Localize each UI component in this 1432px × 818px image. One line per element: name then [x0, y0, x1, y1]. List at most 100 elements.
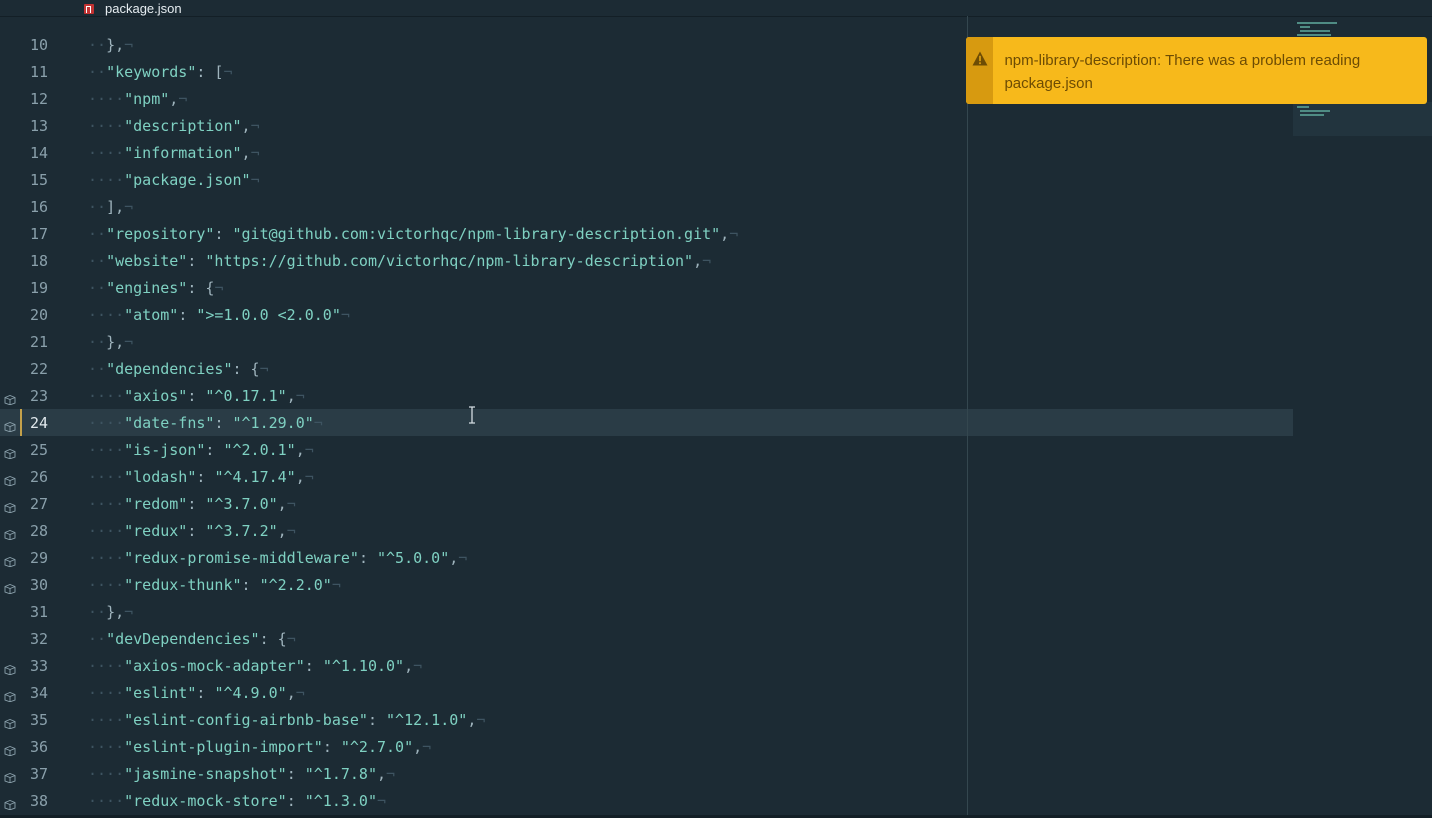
line-number: 32 — [29, 630, 48, 648]
line-number: 35 — [29, 711, 48, 729]
code-text: ····"redom": "^3.7.0",¬ — [88, 495, 296, 513]
code-line[interactable]: 28 ····"redux": "^3.7.2",¬ — [0, 517, 1293, 544]
minimap-line — [1297, 22, 1337, 24]
code-editor[interactable]: 10 ··},¬ 11 ··"keywords": [¬ 12 ····"npm",¬ 13… — [0, 16, 1293, 818]
minimap[interactable] — [1293, 16, 1432, 818]
line-number: 21 — [29, 333, 48, 351]
line-number: 33 — [29, 657, 48, 675]
code-line[interactable]: 27 ····"redom": "^3.7.0",¬ — [0, 490, 1293, 517]
code-content: "redux": "^3.7.2", — [124, 522, 287, 540]
code-content: "package.json" — [124, 171, 251, 189]
code-line[interactable]: 36 ····"eslint-plugin-import": "^2.7.0",¬ — [0, 733, 1293, 760]
code-line[interactable]: 38 ····"redux-mock-store": "^1.3.0"¬ — [0, 787, 1293, 814]
line-number: 34 — [29, 684, 48, 702]
code-line[interactable]: 23 ····"axios": "^0.17.1",¬ — [0, 382, 1293, 409]
line-number: 12 — [29, 90, 48, 108]
code-text: ····"axios": "^0.17.1",¬ — [88, 387, 305, 405]
line-number: 13 — [29, 117, 48, 135]
code-text: ····"axios-mock-adapter": "^1.10.0",¬ — [88, 657, 423, 675]
code-content: "dependencies": { — [106, 360, 260, 378]
code-line[interactable]: 20 ····"atom": ">=1.0.0 <2.0.0"¬ — [0, 301, 1293, 328]
code-line[interactable]: 16 ··],¬ — [0, 193, 1293, 220]
code-line[interactable]: 21 ··},¬ — [0, 328, 1293, 355]
code-text: ····"package.json"¬ — [88, 171, 260, 189]
code-content: "axios-mock-adapter": "^1.10.0", — [124, 657, 414, 675]
code-content: "axios": "^0.17.1", — [124, 387, 296, 405]
code-line[interactable]: 19 ··"engines": {¬ — [0, 274, 1293, 301]
code-line[interactable]: 29 ····"redux-promise-middleware": "^5.0.… — [0, 544, 1293, 571]
line-number: 30 — [29, 576, 48, 594]
code-text: ····"lodash": "^4.17.4",¬ — [88, 468, 314, 486]
code-content: "information", — [124, 144, 251, 162]
code-line[interactable]: 26 ····"lodash": "^4.17.4",¬ — [0, 463, 1293, 490]
code-content: "eslint": "^4.9.0", — [124, 684, 296, 702]
code-content: "redux-mock-store": "^1.3.0" — [124, 792, 377, 810]
line-number: 20 — [29, 306, 48, 324]
code-content: "eslint-config-airbnb-base": "^12.1.0", — [124, 711, 477, 729]
code-text: ····"npm",¬ — [88, 90, 188, 108]
line-number: 17 — [29, 225, 48, 243]
tab-package-json[interactable]: package.json — [84, 0, 182, 16]
code-line[interactable]: 37 ····"jasmine-snapshot": "^1.7.8",¬ — [0, 760, 1293, 787]
code-text: ····"information",¬ — [88, 144, 260, 162]
minimap-line — [1300, 110, 1330, 112]
code-content: "lodash": "^4.17.4", — [124, 468, 305, 486]
line-number: 19 — [29, 279, 48, 297]
code-line[interactable]: 14 ····"information",¬ — [0, 139, 1293, 166]
minimap-viewport[interactable] — [1293, 102, 1432, 136]
line-number: 29 — [29, 549, 48, 567]
code-line[interactable]: 33 ····"axios-mock-adapter": "^1.10.0",¬ — [0, 652, 1293, 679]
line-number: 18 — [29, 252, 48, 270]
code-line[interactable]: 18 ··"website": "https://github.com/victo… — [0, 247, 1293, 274]
code-content: "engines": { — [106, 279, 215, 297]
code-content: "jasmine-snapshot": "^1.7.8", — [124, 765, 387, 783]
code-line[interactable]: 30 ····"redux-thunk": "^2.2.0"¬ — [0, 571, 1293, 598]
code-text: ····"description",¬ — [88, 117, 260, 135]
code-line[interactable]: 17 ··"repository": "git@github.com:victor… — [0, 220, 1293, 247]
code-line[interactable]: 32 ··"devDependencies": {¬ — [0, 625, 1293, 652]
code-line[interactable]: 31 ··},¬ — [0, 598, 1293, 625]
code-content: "atom": ">=1.0.0 <2.0.0" — [124, 306, 341, 324]
code-content: "website": "https://github.com/victorhqc… — [106, 252, 703, 270]
line-number: 11 — [29, 63, 48, 81]
code-content: }, — [106, 603, 125, 621]
line-number: 37 — [29, 765, 48, 783]
code-text: ··"devDependencies": {¬ — [88, 630, 296, 648]
code-content: "devDependencies": { — [106, 630, 287, 648]
line-number: 28 — [29, 522, 48, 540]
code-text: ··"engines": {¬ — [88, 279, 224, 297]
line-number: 15 — [29, 171, 48, 189]
minimap-line — [1300, 30, 1330, 32]
code-text: ····"date-fns": "^1.29.0"¬ — [88, 414, 323, 432]
code-content: "is-json": "^2.0.1", — [124, 441, 305, 459]
code-line[interactable]: 34 ····"eslint": "^4.9.0",¬ — [0, 679, 1293, 706]
code-text: ····"eslint": "^4.9.0",¬ — [88, 684, 305, 702]
code-line[interactable]: 35 ····"eslint-config-airbnb-base": "^12.… — [0, 706, 1293, 733]
code-text: ··],¬ — [88, 198, 134, 216]
warning-notification[interactable]: npm-library-description: There was a pro… — [966, 37, 1427, 104]
wrap-guide — [967, 16, 968, 818]
code-content: "date-fns": "^1.29.0" — [124, 414, 314, 432]
code-line[interactable]: 15 ····"package.json"¬ — [0, 166, 1293, 193]
code-content: "keywords": [ — [106, 63, 224, 81]
code-content: "description", — [124, 117, 251, 135]
code-content: }, — [106, 36, 125, 54]
minimap-line — [1300, 114, 1324, 116]
code-content: "eslint-plugin-import": "^2.7.0", — [124, 738, 423, 756]
code-line[interactable]: 25 ····"is-json": "^2.0.1",¬ — [0, 436, 1293, 463]
code-line[interactable]: 13 ····"description",¬ — [0, 112, 1293, 139]
code-line[interactable]: 22 ··"dependencies": {¬ — [0, 355, 1293, 382]
notification-icon-strip — [966, 37, 994, 104]
line-number: 25 — [29, 441, 48, 459]
code-text: ····"atom": ">=1.0.0 <2.0.0"¬ — [88, 306, 350, 324]
code-content: "npm", — [124, 90, 179, 108]
code-line[interactable]: 24 ····"date-fns": "^1.29.0"¬ — [0, 409, 1293, 436]
tab-bar: package.json — [0, 0, 1432, 17]
line-number: 38 — [29, 792, 48, 810]
tab-title: package.json — [105, 0, 182, 16]
line-number: 27 — [29, 495, 48, 513]
code-text: ····"is-json": "^2.0.1",¬ — [88, 441, 314, 459]
code-text: ··"repository": "git@github.com:victorhq… — [88, 225, 739, 243]
code-text: ··},¬ — [88, 36, 134, 54]
text-cursor-icon — [467, 406, 477, 424]
